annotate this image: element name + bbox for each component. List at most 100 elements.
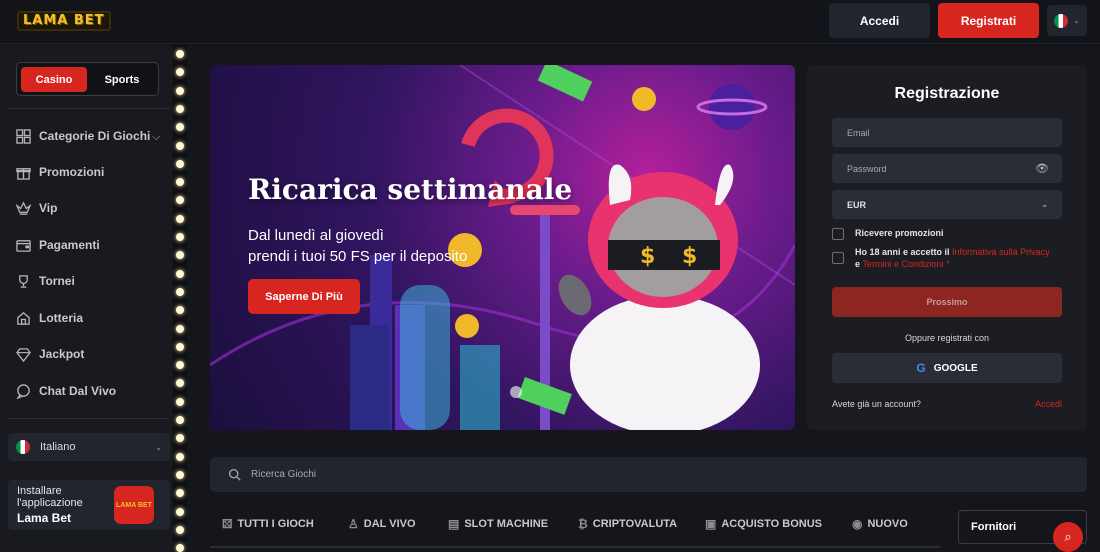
marquee-light — [176, 123, 184, 132]
casino-tab[interactable]: Casino — [21, 67, 87, 92]
marquee-light — [176, 233, 184, 241]
dealer-icon: ♙ — [348, 517, 359, 531]
tab-label: DAL VIVO — [363, 518, 416, 530]
game-search-bar[interactable] — [210, 457, 1087, 492]
chat-icon — [16, 383, 30, 399]
promo-label: Ricevere promozioni — [855, 228, 944, 238]
tab-slot-machine[interactable]: ▤ SLOT MACHINE — [448, 515, 548, 533]
password-field[interactable] — [832, 154, 1062, 183]
sidebar-item-label: Categorie Di Giochi — [39, 129, 151, 143]
categories-icon — [16, 128, 31, 144]
tab-label: ACQUISTO BONUS — [721, 518, 822, 530]
chevron-down-icon[interactable]: ⌵ — [152, 131, 160, 144]
google-signup-button[interactable]: G GOOGLE — [832, 353, 1062, 383]
chevron-down-icon: ⌄ — [1041, 200, 1048, 209]
gift-icon — [16, 167, 31, 180]
currency-value: EUR — [847, 199, 867, 210]
marquee-light — [176, 104, 184, 113]
tab-bonus-buy[interactable]: ▣ ACQUISTO BONUS — [705, 515, 822, 533]
tab-crypto[interactable]: ₿ CRIPTOVALUTA — [578, 515, 677, 533]
google-label: GOOGLE — [933, 362, 978, 374]
email-field[interactable] — [832, 118, 1062, 147]
chat-support-button[interactable]: ⌕ — [1053, 522, 1083, 552]
register-button[interactable]: Registrati — [938, 3, 1039, 38]
marquee-light — [176, 416, 184, 424]
wallet-icon — [16, 239, 31, 252]
tab-label: SLOT MACHINE — [464, 518, 549, 530]
login-button[interactable]: Accedi — [829, 3, 930, 38]
install-app-banner[interactable]: Installare l'applicazione Lama Bet LAMA … — [8, 480, 170, 530]
sidebar-item-promotions[interactable]: Promozioni — [16, 161, 104, 183]
tab-live[interactable]: ♙ DAL VIVO — [348, 515, 416, 533]
app-name: Lama Bet — [17, 511, 72, 525]
app-icon: LAMA BET — [114, 486, 154, 524]
marquee-light — [176, 525, 184, 534]
search-input[interactable] — [251, 469, 651, 480]
marquee-light — [176, 489, 184, 498]
terms-label: Ho 18 anni e accetto il Informativa sull… — [855, 246, 1055, 270]
marquee-light — [176, 251, 184, 260]
marquee-light — [176, 269, 184, 278]
italy-flag-icon — [16, 440, 30, 454]
top-bar: LAMA BET Accedi Registrati ⌄ — [0, 0, 1100, 44]
marquee-light — [176, 86, 184, 95]
search-icon — [228, 468, 241, 481]
tab-new[interactable]: ◉ NUOVO — [852, 515, 908, 533]
marquee-light — [176, 397, 184, 406]
sidebar-item-categories[interactable]: Categorie Di Giochi — [16, 125, 150, 147]
login-link[interactable]: Accedi — [1035, 399, 1062, 409]
bonus-icon: ▣ — [705, 517, 717, 531]
tab-label: CRIPTOVALUTA — [592, 518, 678, 530]
terms-prefix: Ho 18 anni e accetto il — [855, 247, 950, 257]
sidebar-item-payments[interactable]: Pagamenti — [16, 234, 100, 256]
sidebar: Casino Sports Categorie Di Giochi ⌵ Prom… — [0, 45, 172, 552]
marquee-light — [176, 507, 184, 516]
slot-icon: ▤ — [448, 517, 460, 531]
sidebar-item-vip[interactable]: Vip — [16, 197, 57, 219]
chevron-down-icon: ⌄ — [155, 442, 162, 452]
site-logo[interactable]: LAMA BET — [17, 11, 111, 31]
marquee-light — [176, 434, 184, 443]
marquee-light — [176, 141, 184, 150]
language-label: Italiano — [40, 441, 76, 453]
next-button[interactable]: Prossimo — [832, 287, 1062, 317]
language-selector[interactable]: ⌄ — [1047, 5, 1087, 36]
marquee-light — [176, 361, 184, 370]
google-icon: G — [916, 361, 926, 375]
banner-subtitle-line1: Dal lunedì al giovedì — [248, 227, 384, 244]
sidebar-item-lottery[interactable]: Lotteria — [16, 307, 83, 329]
registration-title: Registrazione — [894, 85, 1000, 102]
sidebar-item-jackpot[interactable]: Jackpot — [16, 343, 84, 365]
or-register-with: Oppure registrati con — [904, 333, 990, 343]
marquee-light — [176, 470, 184, 479]
banner-title: Ricarica settimanale — [248, 173, 573, 206]
trophy-icon — [19, 274, 28, 288]
sidebar-item-label: Promozioni — [39, 165, 105, 179]
terms-checkbox[interactable] — [832, 252, 844, 264]
tabs-divider — [210, 546, 940, 548]
language-dropdown[interactable]: Italiano ⌄ — [8, 433, 170, 461]
privacy-link[interactable]: Informativa sulla Privacy — [952, 247, 1050, 257]
sidebar-item-live-chat[interactable]: Chat Dal Vivo — [16, 380, 116, 402]
terms-link[interactable]: Termini e Condizioni — [863, 259, 944, 269]
divider — [8, 418, 170, 419]
sidebar-item-label: Lotteria — [39, 311, 84, 325]
divider — [8, 108, 170, 109]
casino-sports-toggle: Casino Sports — [16, 62, 159, 96]
registration-panel: Registrazione 👁 EUR ⌄ Ricevere promozion… — [807, 65, 1087, 430]
tab-label: TUTTI I GIOCH — [237, 518, 314, 530]
learn-more-button[interactable]: Saperne Di Più — [248, 279, 360, 314]
banner-subtitle-line2: prendi i tuoi 50 FS per il deposito — [248, 248, 468, 265]
sidebar-item-tournaments[interactable]: Tornei — [16, 270, 75, 292]
promo-banner[interactable]: $ $ Ricarica settimanale Dal lunedì al g… — [210, 65, 795, 430]
marquee-light — [176, 68, 184, 77]
new-icon: ◉ — [852, 517, 863, 531]
marquee-light — [176, 196, 184, 205]
currency-select[interactable]: EUR ⌄ — [832, 190, 1062, 219]
eye-icon[interactable]: 👁 — [1035, 162, 1049, 175]
tab-all-games[interactable]: ⚄ TUTTI I GIOCH — [222, 515, 314, 533]
promo-checkbox[interactable] — [832, 228, 844, 240]
marquee-light — [176, 50, 184, 58]
sports-tab[interactable]: Sports — [89, 67, 155, 92]
diamond-icon — [16, 347, 31, 362]
